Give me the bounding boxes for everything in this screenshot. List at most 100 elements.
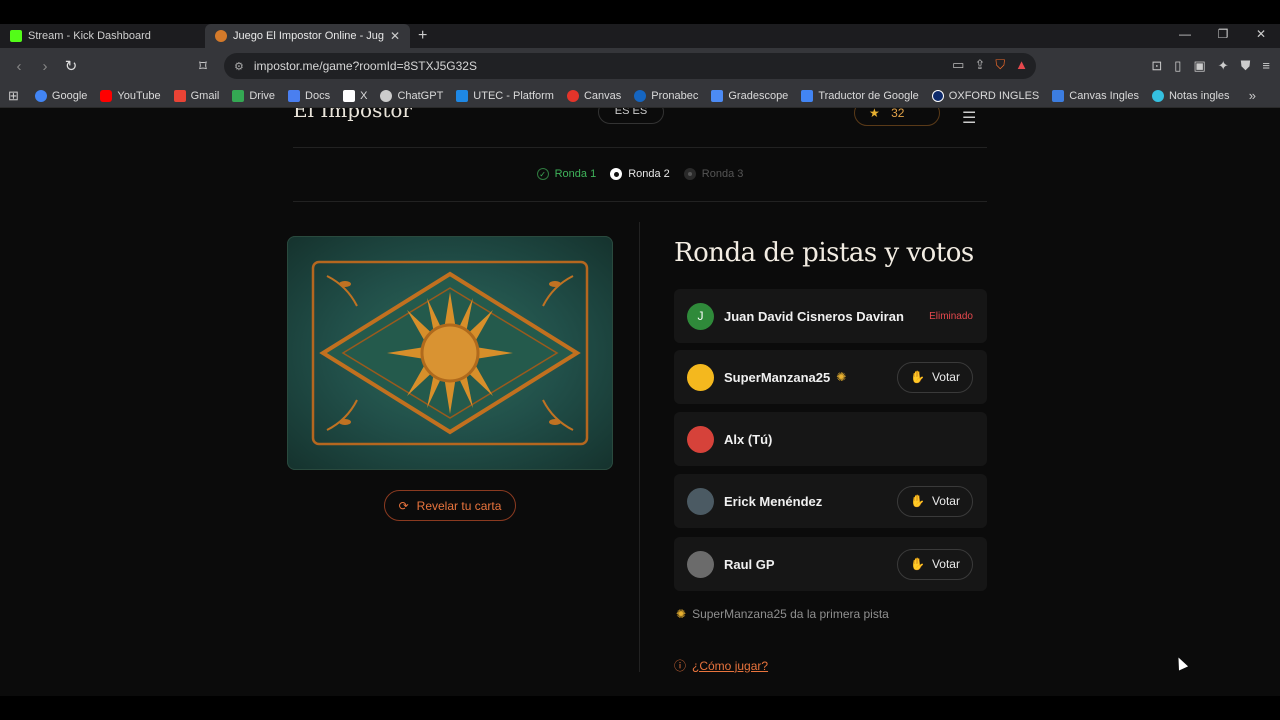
star-icon: ★	[869, 108, 880, 120]
bookmark-utec[interactable]: UTEC - Platform	[456, 89, 554, 102]
bookmark-drive[interactable]: Drive	[232, 89, 275, 102]
brave-shield-icon[interactable]: ⛉	[995, 57, 1005, 73]
bookmark-canvas[interactable]: Canvas	[566, 89, 621, 102]
player-row: Erick Menéndez ✋ Votar	[674, 474, 987, 528]
bookmark-chatgpt[interactable]: ChatGPT	[380, 89, 443, 102]
hand-icon: ✋	[910, 370, 925, 384]
bookmark-gmail[interactable]: Gmail	[173, 89, 219, 102]
sun-icon: ✺	[676, 607, 687, 621]
secret-card[interactable]	[287, 236, 613, 470]
share-icon[interactable]: ⇪	[974, 57, 985, 73]
player-name: SuperManzana25	[724, 369, 831, 385]
avatar	[687, 363, 714, 391]
leo-ai-icon[interactable]: ✦	[1218, 58, 1229, 74]
avatar: J	[687, 302, 714, 330]
hamburger-menu-icon[interactable]: ☰	[962, 108, 976, 128]
vote-button[interactable]: ✋ Votar	[897, 361, 973, 393]
avatar	[687, 550, 714, 578]
mouse-cursor-icon	[1173, 655, 1189, 671]
bookmark-notas-ingles[interactable]: Notas ingles	[1151, 89, 1230, 102]
vote-button[interactable]: ✋ Votar	[897, 485, 973, 517]
minimize-icon[interactable]: —	[1166, 24, 1204, 48]
restore-icon[interactable]: ❐	[1204, 24, 1242, 48]
bookmark-gradescope[interactable]: Gradescope	[711, 89, 788, 102]
avatar	[687, 487, 714, 515]
sun-icon: ✺	[836, 370, 847, 384]
canvas-icon	[566, 89, 579, 102]
tab-title: Juego El Impostor Online - Jugar	[233, 30, 384, 42]
language-selector[interactable]: ES ES	[598, 108, 664, 124]
player-name: Alx (Tú)	[724, 431, 773, 447]
cast-icon[interactable]: ▭	[952, 57, 964, 73]
round-progress: ✓ Ronda 1 Ronda 2 Ronda 3	[0, 168, 1280, 180]
drive-icon	[232, 89, 245, 102]
new-tab-button[interactable]: +	[418, 27, 427, 45]
close-window-icon[interactable]: ✕	[1242, 24, 1280, 48]
bottom-bar	[0, 696, 1280, 720]
canvas-ingles-icon	[1052, 89, 1065, 102]
menu-icon[interactable]: ≡	[1262, 58, 1270, 74]
forward-icon[interactable]: ›	[32, 58, 58, 75]
browser-toolbar: ‹ › ↻ ⌑ ⚙ impostor.me/game?roomId=8STXJ5…	[0, 48, 1280, 84]
player-name: Juan David Cisneros Daviran	[724, 308, 904, 324]
sidebar-icon[interactable]: ▯	[1174, 58, 1181, 74]
more-bookmarks-icon[interactable]: »	[1249, 88, 1256, 103]
vote-button[interactable]: ✋ Votar	[897, 548, 973, 580]
address-bar[interactable]: ⚙ impostor.me/game?roomId=8STXJ5G32S ▭ ⇪…	[224, 53, 1036, 79]
bookmark-pronabec[interactable]: Pronabec	[634, 89, 698, 102]
rewards-icon[interactable]: ▲	[1015, 57, 1028, 73]
back-icon[interactable]: ‹	[6, 58, 32, 75]
tab-strip: Stream - Kick Dashboard Juego El Imposto…	[0, 24, 1280, 48]
bookmark-icon[interactable]: ⌑	[190, 57, 216, 75]
x-icon	[343, 89, 356, 102]
player-row: Raul GP ✋ Votar	[674, 537, 987, 591]
current-round-icon	[610, 168, 623, 180]
refresh-icon: ⟳	[398, 498, 409, 513]
tab-kick[interactable]: Stream - Kick Dashboard	[0, 24, 205, 48]
player-row: SuperManzana25 ✺ ✋ Votar	[674, 350, 987, 404]
bookmark-x[interactable]: X	[343, 89, 367, 102]
impostor-favicon-icon	[215, 30, 227, 42]
pronabec-icon	[634, 89, 647, 102]
google-icon	[34, 89, 47, 102]
bookmark-google[interactable]: Google	[34, 89, 87, 102]
translate-icon	[801, 89, 814, 102]
window-controls: — ❐ ✕	[1166, 24, 1280, 48]
round-2: Ronda 2	[610, 168, 670, 180]
reveal-card-button[interactable]: ⟳ Revelar tu carta	[384, 490, 516, 521]
close-icon[interactable]: ✕	[390, 29, 400, 43]
apps-grid-icon[interactable]: ⊞	[8, 88, 19, 104]
info-icon: ⓘ	[674, 659, 687, 673]
sun-card-art-icon	[311, 260, 589, 446]
pending-round-icon	[683, 168, 696, 180]
hand-icon: ✋	[910, 557, 925, 571]
header-divider	[293, 147, 987, 148]
rounds-divider	[293, 201, 987, 202]
bookmark-oxford[interactable]: OXFORD INGLES	[931, 89, 1039, 102]
bookmark-canvas-ingles[interactable]: Canvas Ingles	[1052, 89, 1139, 102]
chatgpt-icon	[380, 89, 393, 102]
check-icon: ✓	[536, 168, 549, 180]
bookmark-docs[interactable]: Docs	[288, 89, 330, 102]
bookmark-translate[interactable]: Traductor de Google	[801, 89, 919, 102]
reload-icon[interactable]: ↻	[58, 57, 84, 75]
youtube-icon	[100, 89, 113, 102]
kick-icon	[10, 30, 22, 42]
panel-title: Ronda de pistas y votos	[674, 238, 974, 268]
eliminated-badge: Eliminado	[929, 310, 973, 322]
player-name: Raul GP	[724, 556, 775, 572]
round-1: ✓ Ronda 1	[536, 168, 596, 180]
tab-impostor[interactable]: Juego El Impostor Online - Jugar ✕	[205, 24, 410, 48]
url-text: impostor.me/game?roomId=8STXJ5G32S	[253, 59, 477, 73]
round-3: Ronda 3	[683, 168, 743, 180]
bookmark-youtube[interactable]: YouTube	[100, 89, 161, 102]
toolbar-right-icons: ⊡ ▯ ▣ ✦ ⛊ ≡	[1151, 58, 1270, 74]
docs-icon	[288, 89, 301, 102]
how-to-play-link[interactable]: ⓘ ¿Cómo jugar?	[674, 657, 768, 674]
screenshot-icon[interactable]: ⊡	[1151, 58, 1162, 74]
vpn-icon[interactable]: ⛊	[1241, 58, 1251, 74]
column-divider	[639, 222, 640, 672]
coin-counter[interactable]: ★ 32	[854, 108, 940, 126]
wallet-icon[interactable]: ▣	[1193, 58, 1205, 74]
site-info-icon[interactable]: ⚙	[234, 60, 244, 73]
